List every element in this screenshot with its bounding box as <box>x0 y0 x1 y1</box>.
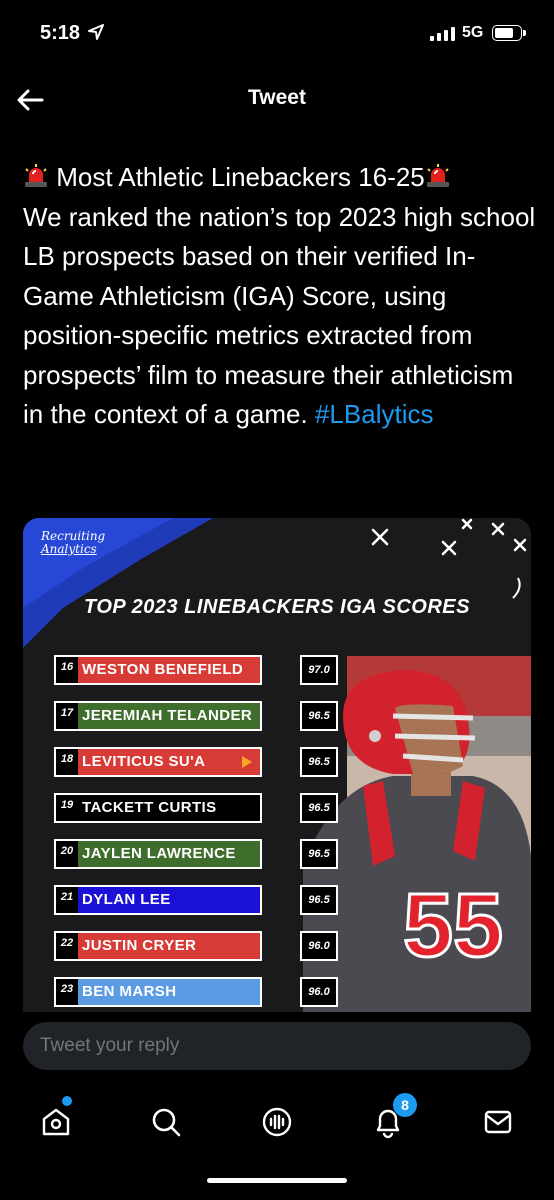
infographic-title: TOP 2023 LINEBACKERS IGA SCORES <box>84 596 470 618</box>
tab-home[interactable] <box>36 1102 76 1142</box>
cellular-signal-icon <box>430 27 455 41</box>
player-name: BEN MARSH <box>82 983 177 1000</box>
tab-spaces[interactable] <box>257 1102 297 1142</box>
ranking-row: 20 JAYLEN LAWRENCE <box>54 839 262 869</box>
ranking-row: 22 JUSTIN CRYER <box>54 931 262 961</box>
rank-number: 16 <box>56 657 78 683</box>
ranking-row: 16 WESTON BENEFIELD <box>54 655 262 685</box>
battery-icon <box>492 25 522 41</box>
rank-number: 22 <box>56 933 78 959</box>
spaces-icon <box>262 1107 292 1137</box>
ranking-row: 21 DYLAN LEE <box>54 885 262 915</box>
iga-score: 97.0 <box>300 655 338 685</box>
player-name: JAYLEN LAWRENCE <box>82 845 236 862</box>
play-arrow-icon <box>242 756 252 768</box>
reply-bar <box>0 1012 554 1090</box>
home-new-content-dot <box>62 1096 72 1106</box>
player-name: JEREMIAH TELANDER <box>82 707 253 724</box>
home-icon <box>42 1108 70 1136</box>
iga-score: 96.5 <box>300 701 338 731</box>
iga-score: 96.5 <box>300 839 338 869</box>
rank-number: 23 <box>56 979 78 1005</box>
tweet-text: Most Athletic Linebackers 16-25 We ranke… <box>23 158 538 435</box>
tweet-body: We ranked the nation’s top 2023 high sch… <box>23 201 536 430</box>
notification-badge: 8 <box>393 1093 417 1117</box>
search-icon <box>152 1108 181 1137</box>
iga-score: 96.5 <box>300 793 338 823</box>
tab-bar <box>0 1090 554 1200</box>
rank-number: 20 <box>56 841 78 867</box>
siren-emoji-icon <box>25 164 47 187</box>
player-name: DYLAN LEE <box>82 891 171 908</box>
rank-number: 18 <box>56 749 78 775</box>
network-type: 5G <box>462 24 484 41</box>
jersey-number: 55 <box>403 876 503 976</box>
rank-number: 19 <box>56 795 78 821</box>
player-name: JUSTIN CRYER <box>82 937 197 954</box>
tweet-media-image[interactable]: Recruiting Analytics TOP 2023 LINEBACKER… <box>23 518 531 1013</box>
reply-input[interactable] <box>23 1022 531 1070</box>
iga-score: 96.5 <box>300 747 338 777</box>
player-name: LEVITICUS SU'A <box>82 753 206 770</box>
tab-messages[interactable] <box>478 1102 518 1142</box>
ranking-row: 23 BEN MARSH <box>54 977 262 1007</box>
battery-cap <box>523 30 526 36</box>
ranking-row: 17 JEREMIAH TELANDER <box>54 701 262 731</box>
iga-score: 96.0 <box>300 931 338 961</box>
status-time: 5:18 <box>40 22 81 44</box>
page-title: Tweet <box>248 86 306 109</box>
siren-emoji-icon <box>426 164 449 187</box>
ranking-row: 19 TACKETT CURTIS <box>54 793 262 823</box>
player-name: TACKETT CURTIS <box>82 799 217 816</box>
rank-number: 17 <box>56 703 78 729</box>
status-bar: 5:18 5G <box>0 0 554 70</box>
iga-score: 96.5 <box>300 885 338 915</box>
recruiting-analytics-logo: Recruiting Analytics <box>41 529 106 556</box>
home-indicator <box>207 1178 347 1183</box>
mail-icon <box>484 1110 512 1134</box>
ranking-row: 18 LEVITICUS SU'A <box>54 747 262 777</box>
battery-level <box>495 28 514 38</box>
location-arrow-icon <box>88 24 104 40</box>
iga-score: 96.0 <box>300 977 338 1007</box>
player-name: WESTON BENEFIELD <box>82 661 244 678</box>
tweet-title-line: Most Athletic Linebackers 16-25 <box>56 162 425 192</box>
rank-number: 21 <box>56 887 78 913</box>
tab-search[interactable] <box>146 1102 186 1142</box>
hashtag-link[interactable]: #LBalytics <box>315 399 434 429</box>
nav-bar: Tweet <box>0 70 554 130</box>
